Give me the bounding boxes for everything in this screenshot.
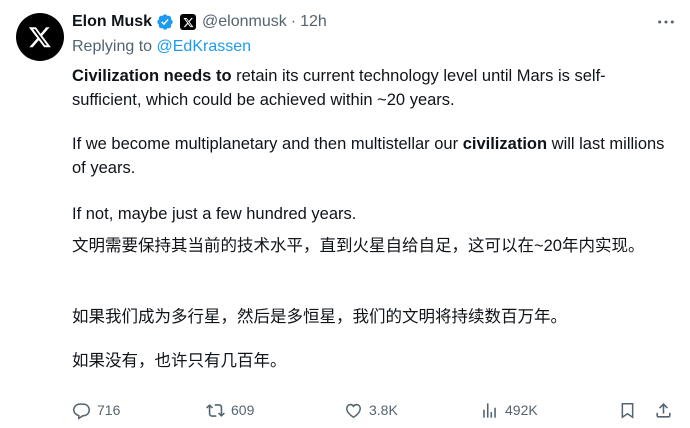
verified-badge-icon[interactable] xyxy=(156,13,174,31)
reply-target-link[interactable]: @EdKrassen xyxy=(157,38,252,55)
separator-dot: · xyxy=(290,13,297,30)
bookmark-button[interactable] xyxy=(618,396,643,424)
tweet-text: If we become multiplanetary and then mul… xyxy=(72,135,463,153)
tweet-header: Elon Musk @elonmusk · 12h xyxy=(72,10,674,34)
tweet-text-bold: civilization xyxy=(462,135,548,153)
avatar[interactable] xyxy=(16,13,64,61)
bookmark-icon xyxy=(621,402,634,419)
reply-icon xyxy=(72,402,91,420)
views-button[interactable]: 492K xyxy=(480,396,538,424)
like-count: 3.8K xyxy=(369,402,398,418)
tweet-paragraph-4: 文明需要保持其当前的技术水平，直到火星自给自足，这可以在~20年内实现。 xyxy=(72,237,645,255)
author-handle[interactable]: @elonmusk xyxy=(202,13,287,31)
x-affiliate-icon[interactable] xyxy=(180,14,197,30)
views-icon xyxy=(483,402,496,418)
tweet-text-bold: Civilization needs to xyxy=(72,67,232,85)
reply-button[interactable]: 716 xyxy=(72,396,120,424)
repost-button[interactable]: 609 xyxy=(206,396,254,424)
timestamp[interactable]: 12h xyxy=(300,13,327,31)
action-bar: 716 609 3.8K 492K xyxy=(72,396,678,424)
views-count: 492K xyxy=(505,402,538,418)
repost-icon xyxy=(206,403,225,417)
x-logo-icon xyxy=(28,27,51,48)
like-button[interactable]: 3.8K xyxy=(344,396,398,424)
replying-to: Replying to @EdKrassen xyxy=(72,38,251,56)
tweet-paragraph-1: Civilization needs to retain its current… xyxy=(72,64,672,112)
repost-count: 609 xyxy=(231,402,255,418)
share-icon xyxy=(656,402,671,418)
tweet-paragraph-6: 如果没有，也许只有几百年。 xyxy=(72,352,287,370)
tweet-paragraph-5: 如果我们成为多行星，然后是多恒星，我们的文明将持续数百万年。 xyxy=(72,308,567,326)
reply-count: 716 xyxy=(97,402,121,418)
replying-to-label: Replying to xyxy=(72,38,157,55)
tweet-paragraph-2: If we become multiplanetary and then mul… xyxy=(72,132,672,180)
author-name[interactable]: Elon Musk xyxy=(72,13,152,31)
share-button[interactable] xyxy=(654,396,679,424)
like-icon xyxy=(346,403,361,418)
more-icon[interactable] xyxy=(656,14,676,30)
tweet-paragraph-3: If not, maybe just a few hundred years. xyxy=(72,205,357,223)
